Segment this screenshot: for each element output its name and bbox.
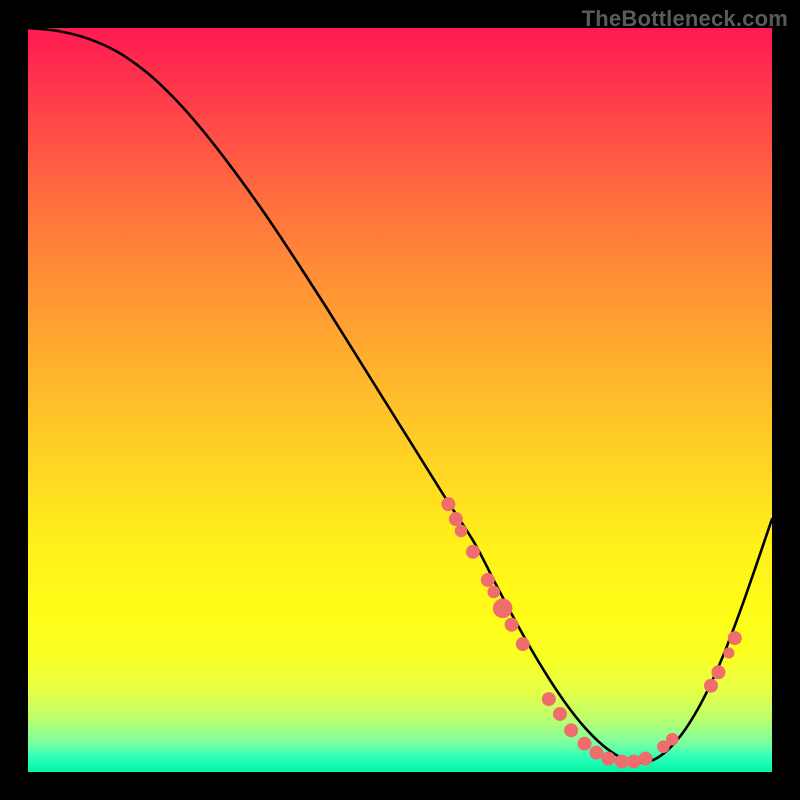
curve-marker	[728, 631, 742, 645]
curve-marker	[481, 573, 495, 587]
curve-marker	[601, 752, 615, 766]
curve-marker	[455, 525, 468, 538]
curve-marker	[723, 647, 734, 658]
curve-marker	[493, 599, 513, 619]
chart-plot-area	[28, 28, 772, 772]
bottleneck-curve-line	[28, 28, 772, 763]
curve-marker	[704, 679, 718, 693]
curve-marker	[449, 512, 463, 526]
curve-marker	[627, 755, 641, 769]
curve-marker	[589, 746, 603, 760]
curve-marker	[639, 752, 653, 766]
curve-marker	[516, 637, 530, 651]
curve-marker	[615, 755, 629, 769]
curve-marker	[441, 497, 455, 511]
curve-marker	[564, 723, 578, 737]
curve-marker	[666, 733, 679, 746]
curve-marker	[505, 618, 519, 632]
curve-markers-group	[441, 497, 741, 768]
curve-marker	[542, 692, 556, 706]
curve-marker	[578, 737, 592, 751]
chart-svg	[28, 28, 772, 772]
curve-marker	[487, 586, 500, 599]
curve-marker	[553, 707, 567, 721]
curve-marker	[711, 665, 725, 679]
curve-marker	[466, 545, 480, 559]
